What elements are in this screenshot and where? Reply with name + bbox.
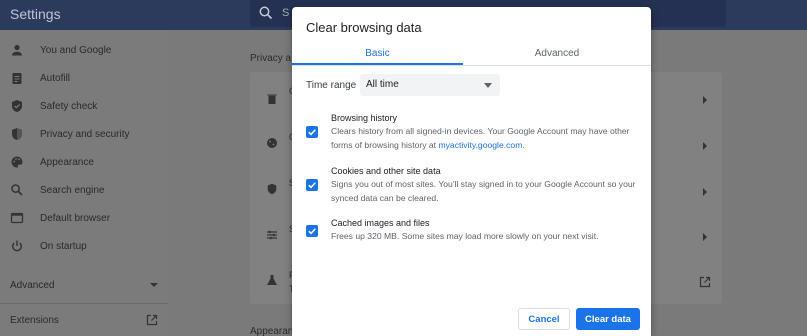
option-title: Cookies and other site data (331, 166, 441, 176)
palette-icon (11, 156, 23, 168)
sidebar-item-label: You and Google (40, 44, 112, 56)
person-icon (12, 44, 22, 56)
search-icon (259, 6, 273, 20)
sidebar-item-default-browser[interactable]: Default browser (0, 204, 168, 232)
time-range-select[interactable]: All time (360, 74, 500, 96)
sidebar-item-label: Autofill (40, 72, 71, 84)
shield-icon (12, 128, 22, 140)
sidebar-item-label: Appearance (40, 156, 94, 168)
app-title: Settings (10, 6, 61, 22)
flask-icon (267, 275, 277, 285)
cancel-button[interactable]: Cancel (518, 308, 570, 330)
sidebar-item-privacy[interactable]: Privacy and security (0, 120, 168, 148)
clear-browsing-data-dialog: Clear browsing data Basic Advanced Time … (292, 7, 651, 336)
option-title: Browsing history (331, 113, 398, 123)
sidebar-item-you-and-google[interactable]: You and Google (0, 36, 168, 64)
external-link-icon (146, 314, 158, 326)
shield-icon (267, 183, 277, 195)
dialog-tabs: Basic Advanced (292, 40, 651, 66)
sidebar: You and Google Autofill Safety check Pri… (0, 30, 168, 336)
cookie-icon (267, 138, 277, 148)
chevron-down-icon (150, 283, 158, 287)
dialog-title: Clear browsing data (306, 20, 422, 35)
advanced-label: Advanced (10, 279, 55, 291)
trash-icon (267, 94, 277, 104)
sidebar-item-label: Search engine (40, 184, 105, 196)
clear-data-button[interactable]: Clear data (576, 308, 640, 330)
chevron-right-icon[interactable] (702, 142, 708, 150)
sidebar-item-label: Default browser (40, 212, 111, 224)
appearance-section-title: Appearan (250, 326, 294, 336)
sidebar-item-extensions[interactable]: Extensions (10, 310, 158, 330)
power-icon (12, 240, 22, 252)
checkmark-icon (308, 129, 316, 136)
browser-icon (10, 212, 24, 224)
search-icon (11, 184, 23, 196)
option-title: Cached images and files (331, 218, 430, 228)
sidebar-item-appearance[interactable]: Appearance (0, 148, 168, 176)
option-description: Frees up 320 MB. Some sites may load mor… (331, 231, 599, 241)
tabs-divider (292, 65, 651, 66)
chevron-right-icon[interactable] (702, 96, 708, 104)
external-link-icon[interactable] (699, 276, 711, 288)
browsing-history-checkbox[interactable] (306, 126, 318, 138)
sidebar-divider (0, 303, 168, 304)
sidebar-item-on-startup[interactable]: On startup (0, 232, 168, 260)
sidebar-item-label: On startup (40, 240, 87, 252)
privacy-section-title: Privacy a (250, 53, 292, 64)
sidebar-item-search-engine[interactable]: Search engine (0, 176, 168, 204)
extensions-label: Extensions (10, 314, 59, 326)
checkmark-icon (308, 182, 316, 189)
time-range-value: All time (366, 79, 399, 90)
option-description: Clears history from all signed-in device… (331, 125, 636, 152)
search-placeholder: S (282, 7, 290, 19)
myactivity-link[interactable]: myactivity.google.com (438, 140, 522, 150)
sidebar-item-label: Privacy and security (40, 128, 130, 140)
dropdown-arrow-icon (484, 83, 492, 88)
chevron-right-icon[interactable] (702, 188, 708, 196)
cache-checkbox[interactable] (306, 225, 318, 237)
tab-advanced[interactable]: Advanced (463, 40, 651, 66)
checkmark-icon (308, 228, 316, 235)
option-description-end: . (522, 139, 525, 150)
sidebar-item-autofill[interactable]: Autofill (0, 64, 168, 92)
sidebar-item-safety-check[interactable]: Safety check (0, 92, 168, 120)
time-range-label: Time range (306, 80, 357, 91)
clipboard-icon (12, 73, 22, 84)
sliders-icon (267, 230, 277, 240)
option-description: Signs you out of most sites. You'll stay… (331, 179, 636, 203)
sidebar-advanced-toggle[interactable]: Advanced (10, 275, 158, 295)
sidebar-item-label: Safety check (40, 100, 98, 112)
chevron-right-icon[interactable] (702, 233, 708, 241)
cookies-checkbox[interactable] (306, 179, 318, 191)
shield-check-icon (12, 100, 22, 112)
